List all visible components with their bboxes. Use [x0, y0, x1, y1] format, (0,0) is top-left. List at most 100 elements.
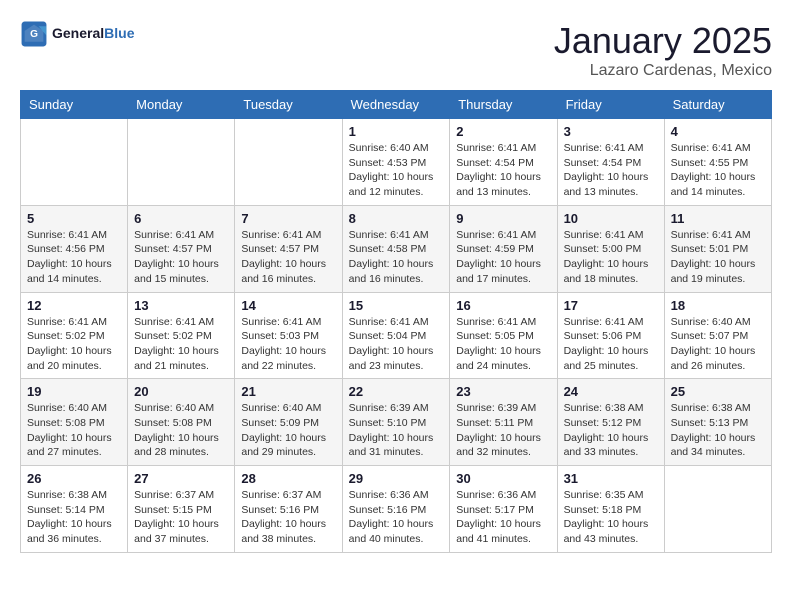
day-number: 25 — [671, 384, 765, 399]
calendar-week-row: 26 Sunrise: 6:38 AM Sunset: 5:14 PM Dayli… — [21, 466, 772, 553]
day-number: 16 — [456, 298, 550, 313]
calendar-cell: 26 Sunrise: 6:38 AM Sunset: 5:14 PM Dayli… — [21, 466, 128, 553]
calendar-cell: 29Sunrise: 6:36 AM Sunset: 5:16 PM Dayli… — [342, 466, 450, 553]
day-number: 24 — [564, 384, 658, 399]
calendar-cell: 23Sunrise: 6:39 AM Sunset: 5:11 PM Dayli… — [450, 379, 557, 466]
day-info: Sunrise: 6:41 AM Sunset: 4:59 PM Dayligh… — [456, 228, 550, 287]
svg-text:G: G — [30, 29, 38, 40]
day-info: Sunrise: 6:41 AM Sunset: 4:56 PM Dayligh… — [27, 228, 121, 287]
calendar-cell: 28Sunrise: 6:37 AM Sunset: 5:16 PM Dayli… — [235, 466, 342, 553]
calendar-cell: 9Sunrise: 6:41 AM Sunset: 4:59 PM Daylig… — [450, 205, 557, 292]
day-number: 2 — [456, 124, 550, 139]
day-info: Sunrise: 6:38 AM Sunset: 5:13 PM Dayligh… — [671, 401, 765, 460]
day-info: Sunrise: 6:40 AM Sunset: 5:08 PM Dayligh… — [134, 401, 228, 460]
day-number: 7 — [241, 211, 335, 226]
day-info: Sunrise: 6:41 AM Sunset: 5:02 PM Dayligh… — [27, 315, 121, 374]
day-info: Sunrise: 6:41 AM Sunset: 4:55 PM Dayligh… — [671, 141, 765, 200]
day-info: Sunrise: 6:41 AM Sunset: 5:06 PM Dayligh… — [564, 315, 658, 374]
calendar-week-row: 19 Sunrise: 6:40 AM Sunset: 5:08 PM Dayli… — [21, 379, 772, 466]
day-info: Sunrise: 6:41 AM Sunset: 5:04 PM Dayligh… — [349, 315, 444, 374]
calendar-cell: 31 Sunrise: 6:35 AM Sunset: 5:18 PM Dayli… — [557, 466, 664, 553]
day-number: 13 — [134, 298, 228, 313]
day-info: Sunrise: 6:41 AM Sunset: 5:00 PM Dayligh… — [564, 228, 658, 287]
calendar-cell — [235, 119, 342, 206]
calendar-cell: 16 Sunrise: 6:41 AM Sunset: 5:05 PM Dayli… — [450, 292, 557, 379]
day-info: Sunrise: 6:41 AM Sunset: 5:02 PM Dayligh… — [134, 315, 228, 374]
day-number: 20 — [134, 384, 228, 399]
calendar-cell: 2Sunrise: 6:41 AM Sunset: 4:54 PM Daylig… — [450, 119, 557, 206]
day-number: 14 — [241, 298, 335, 313]
day-number: 30 — [456, 471, 550, 486]
day-info: Sunrise: 6:41 AM Sunset: 4:58 PM Dayligh… — [349, 228, 444, 287]
calendar-cell: 6Sunrise: 6:41 AM Sunset: 4:57 PM Daylig… — [128, 205, 235, 292]
calendar-cell: 17 Sunrise: 6:41 AM Sunset: 5:06 PM Dayli… — [557, 292, 664, 379]
calendar-cell: 24 Sunrise: 6:38 AM Sunset: 5:12 PM Dayli… — [557, 379, 664, 466]
calendar-cell: 27 Sunrise: 6:37 AM Sunset: 5:15 PM Dayli… — [128, 466, 235, 553]
calendar-cell: 11 Sunrise: 6:41 AM Sunset: 5:01 PM Dayli… — [664, 205, 771, 292]
day-number: 18 — [671, 298, 765, 313]
calendar-cell: 1 Sunrise: 6:40 AM Sunset: 4:53 PM Daylig… — [342, 119, 450, 206]
day-number: 22 — [349, 384, 444, 399]
day-number: 17 — [564, 298, 658, 313]
calendar-cell: 4 Sunrise: 6:41 AM Sunset: 4:55 PM Daylig… — [664, 119, 771, 206]
day-number: 1 — [349, 124, 444, 139]
calendar-cell: 8 Sunrise: 6:41 AM Sunset: 4:58 PM Daylig… — [342, 205, 450, 292]
calendar-week-row: 12Sunrise: 6:41 AM Sunset: 5:02 PM Dayli… — [21, 292, 772, 379]
day-number: 11 — [671, 211, 765, 226]
day-info: Sunrise: 6:37 AM Sunset: 5:16 PM Dayligh… — [241, 488, 335, 547]
calendar-cell: 19 Sunrise: 6:40 AM Sunset: 5:08 PM Dayli… — [21, 379, 128, 466]
day-info: Sunrise: 6:41 AM Sunset: 4:54 PM Dayligh… — [564, 141, 658, 200]
logo-icon: G — [20, 20, 48, 48]
day-info: Sunrise: 6:40 AM Sunset: 4:53 PM Dayligh… — [349, 141, 444, 200]
calendar-cell: 10 Sunrise: 6:41 AM Sunset: 5:00 PM Dayli… — [557, 205, 664, 292]
calendar-cell: 20 Sunrise: 6:40 AM Sunset: 5:08 PM Dayli… — [128, 379, 235, 466]
day-number: 15 — [349, 298, 444, 313]
day-info: Sunrise: 6:40 AM Sunset: 5:08 PM Dayligh… — [27, 401, 121, 460]
day-info: Sunrise: 6:41 AM Sunset: 5:05 PM Dayligh… — [456, 315, 550, 374]
day-number: 4 — [671, 124, 765, 139]
day-number: 23 — [456, 384, 550, 399]
day-number: 26 — [27, 471, 121, 486]
day-info: Sunrise: 6:38 AM Sunset: 5:12 PM Dayligh… — [564, 401, 658, 460]
logo-blue: Blue — [104, 25, 134, 41]
calendar-cell: 3 Sunrise: 6:41 AM Sunset: 4:54 PM Daylig… — [557, 119, 664, 206]
day-info: Sunrise: 6:40 AM Sunset: 5:09 PM Dayligh… — [241, 401, 335, 460]
day-info: Sunrise: 6:37 AM Sunset: 5:15 PM Dayligh… — [134, 488, 228, 547]
logo: G GeneralBlue — [20, 20, 134, 48]
calendar-header-row: SundayMondayTuesdayWednesdayThursdayFrid… — [21, 91, 772, 119]
calendar-week-row: 1 Sunrise: 6:40 AM Sunset: 4:53 PM Daylig… — [21, 119, 772, 206]
calendar-cell: 12Sunrise: 6:41 AM Sunset: 5:02 PM Dayli… — [21, 292, 128, 379]
logo-general: General — [52, 25, 104, 41]
calendar-cell: 30 Sunrise: 6:36 AM Sunset: 5:17 PM Dayli… — [450, 466, 557, 553]
day-info: Sunrise: 6:35 AM Sunset: 5:18 PM Dayligh… — [564, 488, 658, 547]
day-number: 10 — [564, 211, 658, 226]
calendar-week-row: 5Sunrise: 6:41 AM Sunset: 4:56 PM Daylig… — [21, 205, 772, 292]
calendar-cell: 14 Sunrise: 6:41 AM Sunset: 5:03 PM Dayli… — [235, 292, 342, 379]
calendar-cell — [664, 466, 771, 553]
calendar-cell: 15 Sunrise: 6:41 AM Sunset: 5:04 PM Dayli… — [342, 292, 450, 379]
day-info: Sunrise: 6:39 AM Sunset: 5:10 PM Dayligh… — [349, 401, 444, 460]
day-info: Sunrise: 6:40 AM Sunset: 5:07 PM Dayligh… — [671, 315, 765, 374]
day-info: Sunrise: 6:41 AM Sunset: 5:03 PM Dayligh… — [241, 315, 335, 374]
weekday-header-thursday: Thursday — [450, 91, 557, 119]
day-number: 27 — [134, 471, 228, 486]
day-info: Sunrise: 6:38 AM Sunset: 5:14 PM Dayligh… — [27, 488, 121, 547]
day-number: 19 — [27, 384, 121, 399]
weekday-header-sunday: Sunday — [21, 91, 128, 119]
weekday-header-tuesday: Tuesday — [235, 91, 342, 119]
title-block: January 2025 Lazaro Cardenas, Mexico — [554, 20, 772, 80]
day-number: 6 — [134, 211, 228, 226]
calendar-table: SundayMondayTuesdayWednesdayThursdayFrid… — [20, 90, 772, 553]
day-number: 31 — [564, 471, 658, 486]
day-number: 29 — [349, 471, 444, 486]
calendar-cell: 13 Sunrise: 6:41 AM Sunset: 5:02 PM Dayli… — [128, 292, 235, 379]
calendar-cell: 18 Sunrise: 6:40 AM Sunset: 5:07 PM Dayli… — [664, 292, 771, 379]
day-number: 8 — [349, 211, 444, 226]
weekday-header-monday: Monday — [128, 91, 235, 119]
day-info: Sunrise: 6:36 AM Sunset: 5:17 PM Dayligh… — [456, 488, 550, 547]
weekday-header-friday: Friday — [557, 91, 664, 119]
day-info: Sunrise: 6:41 AM Sunset: 5:01 PM Dayligh… — [671, 228, 765, 287]
day-number: 21 — [241, 384, 335, 399]
day-number: 3 — [564, 124, 658, 139]
calendar-cell: 25 Sunrise: 6:38 AM Sunset: 5:13 PM Dayli… — [664, 379, 771, 466]
